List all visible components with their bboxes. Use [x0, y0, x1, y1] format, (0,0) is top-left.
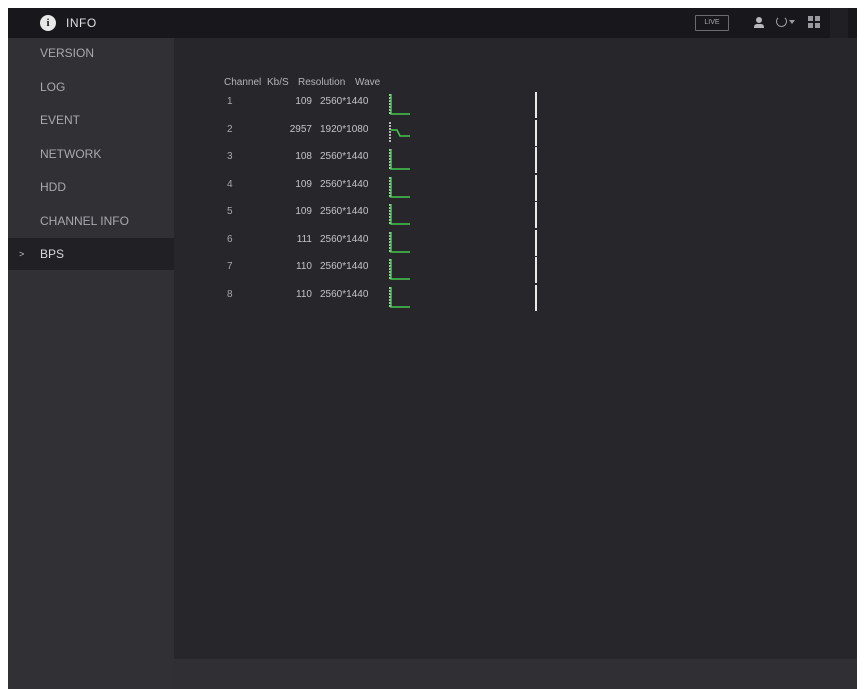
table-row: 7 110 2560*1440 [174, 257, 857, 283]
kbs-cell: 109 [295, 96, 312, 107]
sidebar-item-channel-info[interactable]: CHANNEL INFO [8, 206, 174, 236]
wave-graph [389, 176, 410, 198]
page-title: INFO [66, 16, 97, 30]
table-row: 4 109 2560*1440 [174, 174, 857, 201]
wave-line [390, 149, 410, 170]
kbs-cell: 110 [296, 288, 312, 300]
sidebar-item-bps[interactable]: > BPS [8, 238, 174, 270]
bps-panel: Channel Kb/S Resolution Wave 1 109 2560*14… [174, 38, 857, 659]
sidebar-item-event[interactable]: EVENT [8, 105, 174, 135]
wave-line [390, 94, 410, 115]
power-icon[interactable] [776, 16, 787, 27]
sidebar-item-label: BPS [40, 247, 65, 261]
kbs-cell: 109 [295, 206, 312, 217]
header-kbs: Kb/S [267, 77, 289, 88]
info-icon: i [40, 15, 56, 31]
resolution-cell: 2560*1440 [320, 233, 369, 245]
kbs-cell: 108 [295, 151, 312, 162]
channel-cell: 7 [227, 261, 233, 272]
wave-line [390, 259, 410, 280]
resolution-cell: 2560*1440 [320, 261, 369, 272]
resolution-cell: 2560*1440 [320, 96, 369, 107]
wave-graph [389, 121, 410, 142]
table-row: 8 110 2560*1440 [174, 284, 857, 311]
channel-cell: 3 [227, 151, 233, 162]
wave-line [391, 128, 410, 137]
resolution-cell: 2560*1440 [320, 206, 369, 217]
sidebar-item-label: LOG [40, 80, 66, 94]
table-row: 5 109 2560*1440 [174, 202, 857, 228]
sidebar-item-label: HDD [40, 180, 66, 194]
wave-graph [389, 204, 410, 225]
wave-graph [389, 149, 410, 170]
channel-cell: 2 [227, 123, 233, 135]
info-window: i INFO LIVE VERSION LOG EVENT NETWORK HD… [8, 8, 857, 689]
channel-cell: 6 [227, 233, 233, 245]
top-bar: i INFO LIVE [8, 8, 857, 38]
wave-marker [535, 119, 537, 146]
wave-graph [389, 286, 410, 308]
header-channel: Channel [224, 77, 262, 88]
table-row: 1 109 2560*1440 [174, 92, 857, 118]
active-marker: > [19, 249, 25, 259]
sidebar-item-hdd[interactable]: HDD [8, 172, 174, 202]
grid-menu-icon[interactable] [808, 16, 820, 28]
sidebar-item-label: NETWORK [40, 147, 102, 161]
kbs-cell: 109 [295, 178, 312, 190]
kbs-cell: 111 [296, 233, 312, 245]
channel-cell: 8 [227, 288, 233, 300]
channel-cell: 1 [227, 96, 233, 107]
sidebar-item-label: EVENT [40, 113, 81, 127]
wave-graph [389, 94, 410, 115]
wave-marker [535, 229, 537, 256]
sidebar-item-label: VERSION [40, 46, 95, 60]
wave-line [390, 231, 410, 253]
wave-marker [535, 202, 537, 228]
kbs-cell: 2957 [289, 123, 312, 135]
header-resolution: Resolution [298, 77, 346, 88]
kbs-cell: 110 [296, 261, 312, 272]
sidebar-item-log[interactable]: LOG [8, 72, 174, 102]
sidebar-item-version[interactable]: VERSION [8, 38, 174, 68]
table-row: 6 111 2560*1440 [174, 229, 857, 256]
table-row: 2 2957 1920*1080 [174, 119, 857, 146]
wave-line [390, 286, 410, 308]
live-button[interactable]: LIVE [695, 15, 729, 31]
wave-line [390, 204, 410, 225]
resolution-cell: 2560*1440 [320, 178, 369, 190]
channel-cell: 5 [227, 206, 233, 217]
wave-marker [535, 147, 537, 173]
sidebar-item-label: CHANNEL INFO [40, 214, 129, 228]
wave-marker [535, 257, 537, 283]
wave-marker [535, 284, 537, 311]
channel-cell: 4 [227, 178, 233, 190]
bottom-bar [174, 659, 857, 689]
wave-marker [535, 92, 537, 118]
topbar-corner [830, 8, 848, 38]
wave-graph [389, 259, 410, 280]
table-row: 3 108 2560*1440 [174, 147, 857, 173]
sidebar: VERSION LOG EVENT NETWORK HDD CHANNEL IN… [8, 38, 174, 689]
wave-marker [535, 174, 537, 201]
wave-graph [389, 231, 410, 253]
resolution-cell: 2560*1440 [320, 151, 369, 162]
sidebar-item-network[interactable]: NETWORK [8, 139, 174, 169]
header-wave: Wave [355, 77, 381, 88]
resolution-cell: 2560*1440 [320, 288, 369, 300]
wave-line [390, 176, 410, 198]
resolution-cell: 1920*1080 [320, 123, 369, 135]
user-icon[interactable] [754, 17, 764, 29]
chevron-down-icon[interactable] [789, 20, 795, 24]
